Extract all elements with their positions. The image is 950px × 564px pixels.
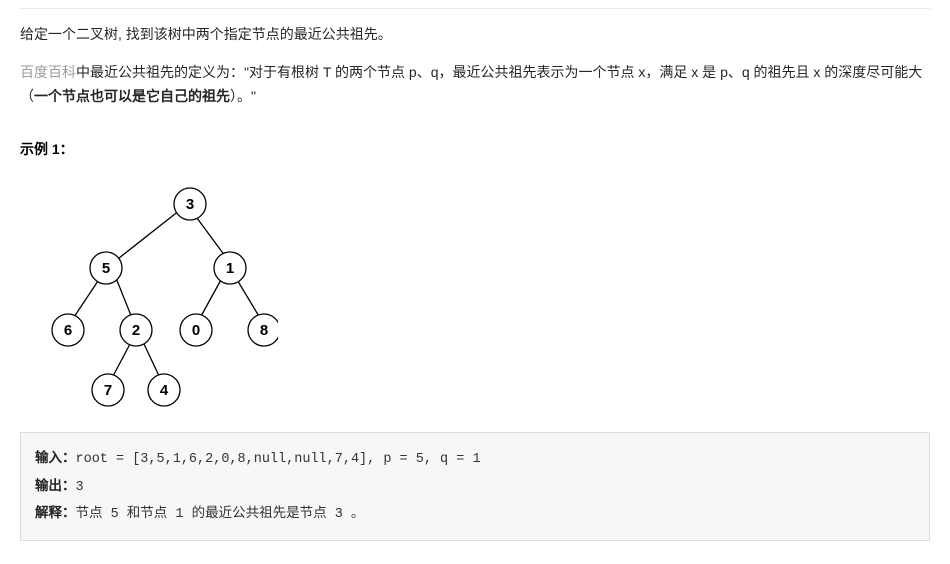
wiki-link[interactable]: 百度百科 bbox=[20, 64, 76, 80]
input-label: 输入： bbox=[35, 450, 76, 465]
tree-node-6: 6 bbox=[64, 322, 72, 339]
example-heading: 示例 1： bbox=[20, 138, 930, 162]
tree-node-8: 8 bbox=[260, 322, 268, 339]
explain-label: 解释： bbox=[35, 505, 76, 520]
tree-node-1: 1 bbox=[226, 260, 234, 277]
tree-node-2: 2 bbox=[132, 322, 140, 339]
explain-value: 节点 5 和节点 1 的最近公共祖先是节点 3 。 bbox=[76, 507, 365, 522]
problem-definition: 百度百科中最近公共祖先的定义为："对于有根树 T 的两个节点 p、q，最近公共祖… bbox=[20, 61, 930, 109]
input-value: root = [3,5,1,6,2,0,8,null,null,7,4], p … bbox=[76, 452, 481, 467]
tree-node-5: 5 bbox=[102, 260, 110, 277]
output-value: 3 bbox=[76, 480, 84, 495]
example-code-block: 输入：root = [3,5,1,6,2,0,8,null,null,7,4],… bbox=[20, 432, 930, 541]
tree-node-0: 0 bbox=[192, 322, 200, 339]
tree-node-7: 7 bbox=[104, 382, 112, 399]
tree-diagram: 3 5 1 6 2 0 8 7 4 bbox=[38, 180, 278, 410]
definition-bold: 一个节点也可以是它自己的祖先 bbox=[34, 88, 230, 104]
tree-node-3: 3 bbox=[186, 196, 194, 213]
definition-suffix: ）。" bbox=[230, 88, 256, 104]
tree-node-4: 4 bbox=[160, 382, 169, 399]
output-label: 输出： bbox=[35, 478, 76, 493]
problem-intro: 给定一个二叉树, 找到该树中两个指定节点的最近公共祖先。 bbox=[20, 23, 930, 47]
